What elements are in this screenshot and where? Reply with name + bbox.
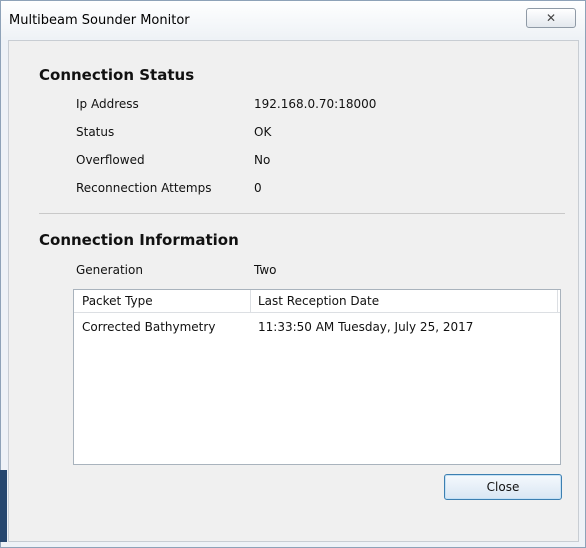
overflowed-value: No — [254, 153, 271, 167]
status-label: Status — [76, 125, 115, 139]
column-divider[interactable] — [250, 290, 251, 312]
column-header-packet-type[interactable]: Packet Type — [82, 290, 153, 312]
background-edge — [0, 470, 7, 542]
column-header-last-reception-date[interactable]: Last Reception Date — [258, 290, 379, 312]
last-reception-date-cell: 11:33:50 AM Tuesday, July 25, 2017 — [258, 320, 474, 334]
overflowed-label: Overflowed — [76, 153, 145, 167]
connection-information-heading: Connection Information — [39, 231, 239, 249]
ip-address-value: 192.168.0.70:18000 — [254, 97, 377, 111]
column-divider[interactable] — [557, 290, 558, 312]
section-divider — [39, 213, 565, 214]
connection-status-heading: Connection Status — [39, 66, 195, 84]
monitor-window: Multibeam Sounder Monitor ✕ Connection S… — [0, 0, 586, 548]
reconnection-attempts-value: 0 — [254, 181, 262, 195]
close-button[interactable]: Close — [444, 474, 562, 500]
packet-list[interactable]: Packet Type Last Reception Date Correcte… — [73, 289, 561, 465]
close-icon[interactable]: ✕ — [526, 8, 576, 28]
title-bar[interactable]: Multibeam Sounder Monitor ✕ — [1, 1, 585, 39]
packet-type-cell: Corrected Bathymetry — [82, 320, 216, 334]
reconnection-attempts-label: Reconnection Attemps — [76, 181, 212, 195]
window-title: Multibeam Sounder Monitor — [9, 13, 190, 28]
table-row[interactable]: Corrected Bathymetry 11:33:50 AM Tuesday… — [74, 316, 560, 338]
generation-label: Generation — [76, 263, 143, 277]
generation-value: Two — [254, 263, 277, 277]
packet-list-header: Packet Type Last Reception Date — [74, 290, 560, 313]
ip-address-label: Ip Address — [76, 97, 139, 111]
status-value: OK — [254, 125, 272, 139]
